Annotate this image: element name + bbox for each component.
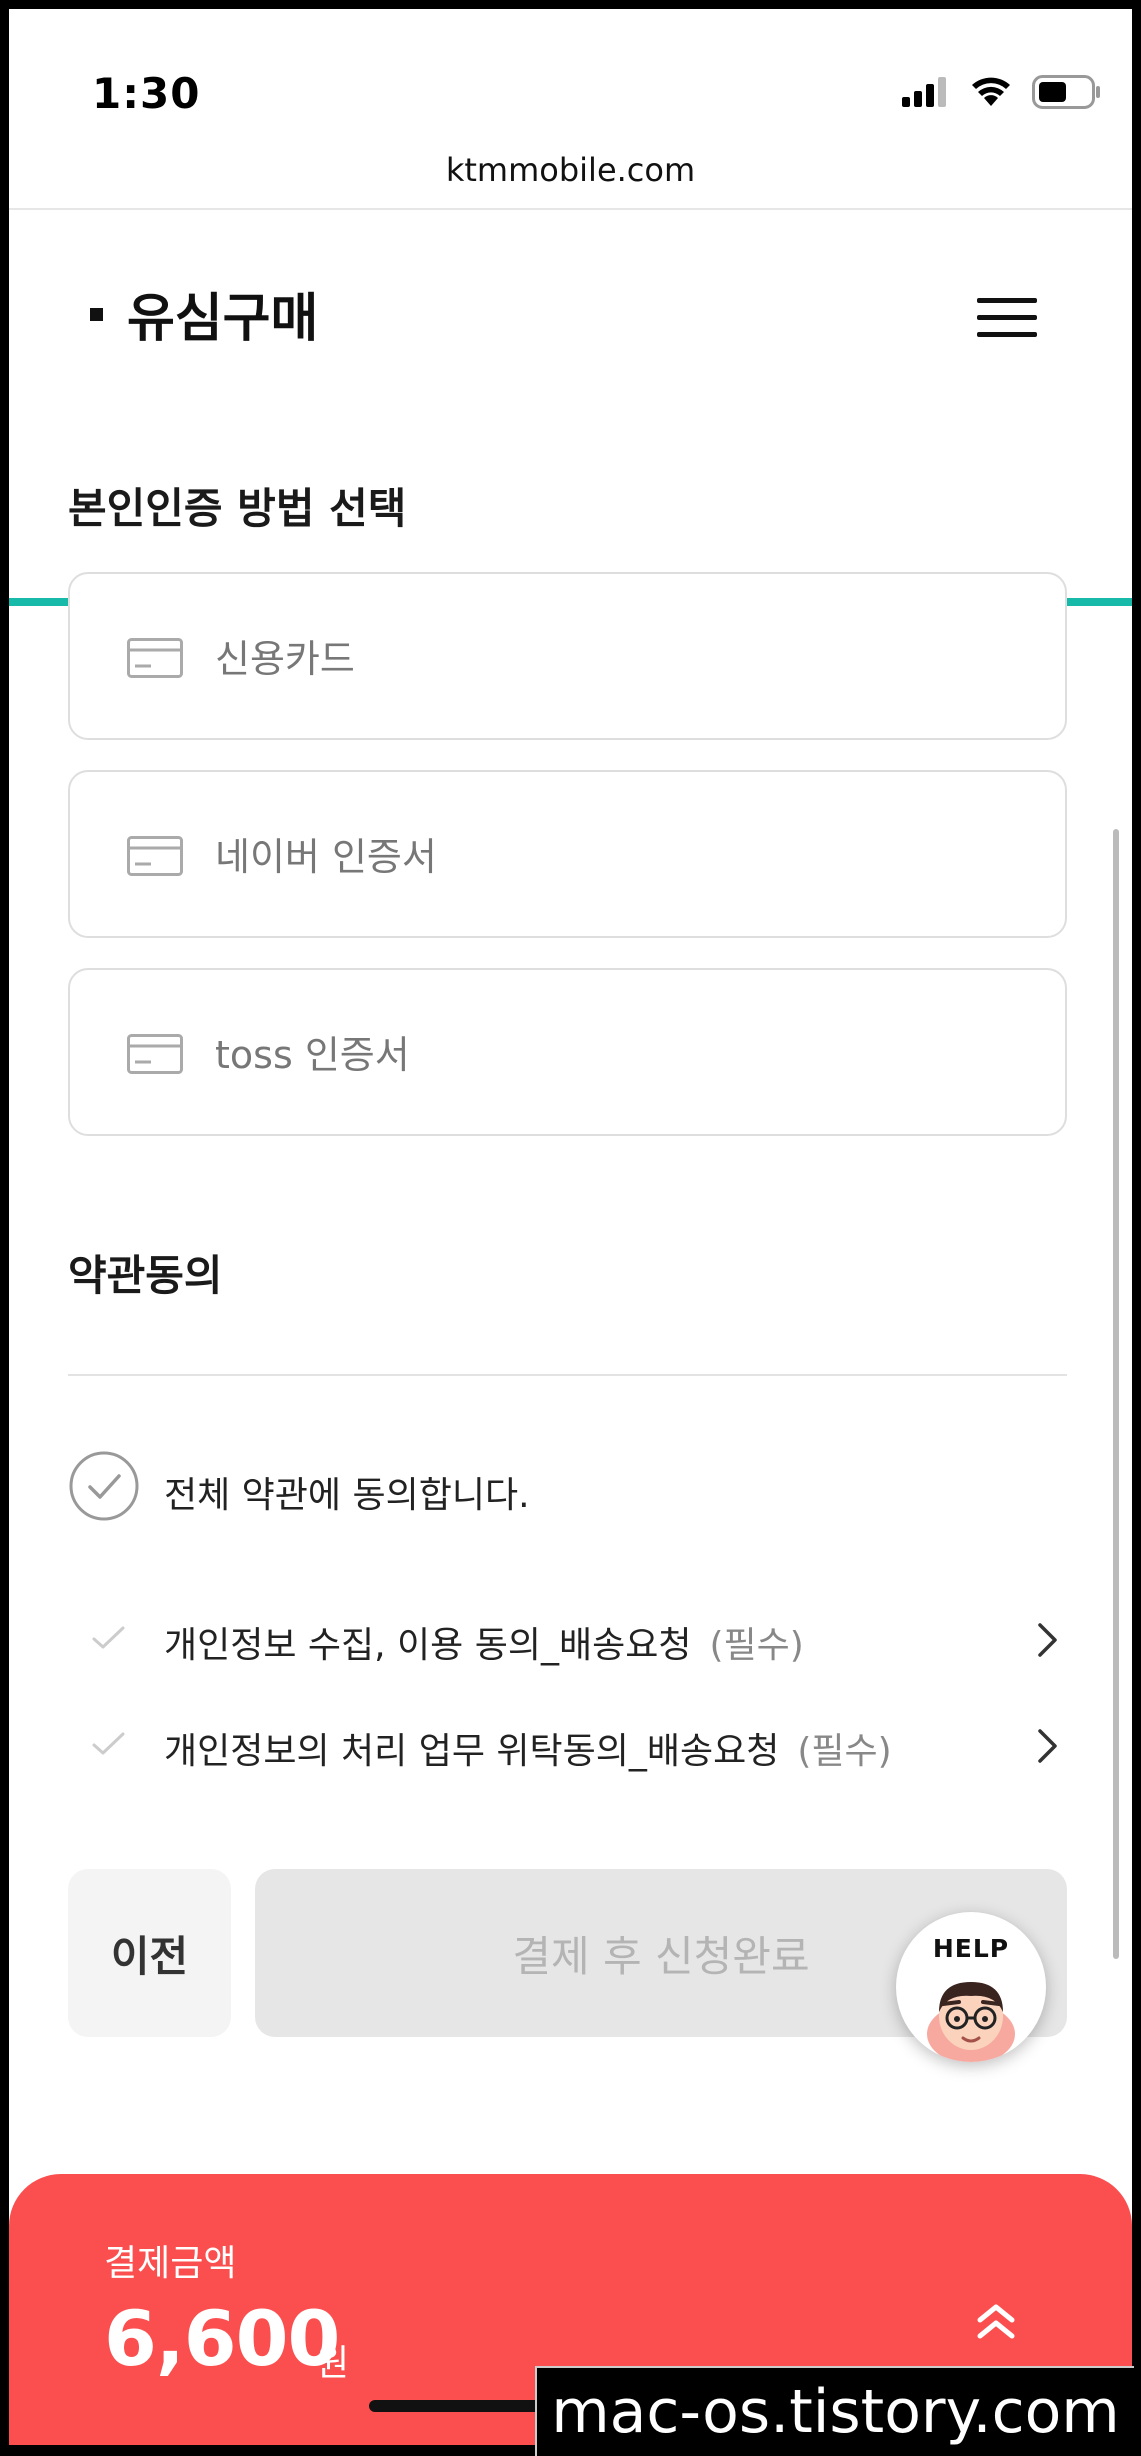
app-header: 유심구매 <box>9 210 1132 606</box>
auth-option-toss[interactable]: toss 인증서 <box>68 968 1067 1136</box>
card-icon <box>127 836 183 876</box>
terms-section-title: 약관동의 <box>68 1251 223 1300</box>
header-bullet <box>90 308 103 321</box>
term-item-privacy-outsourcing[interactable]: 개인정보의 처리 업무 위탁동의_배송요청 (필수) <box>68 1716 1067 1772</box>
auth-option-label: 네이버 인증서 <box>215 835 437 879</box>
signal-icon <box>902 77 946 107</box>
status-bar: 1:30 ktmmobile.com <box>9 9 1132 189</box>
status-time: 1:30 <box>92 69 201 118</box>
term-required-badge: (필수) <box>797 1731 892 1772</box>
circle-check-icon <box>69 1451 139 1521</box>
term-label: 개인정보의 처리 업무 위탁동의_배송요청 (필수) <box>164 1722 892 1774</box>
help-avatar-icon <box>927 1982 1015 2062</box>
terms-divider <box>68 1374 1067 1376</box>
watermark: mac-os.tistory.com <box>535 2366 1134 2456</box>
agree-all-label: 전체 약관에 동의합니다. <box>164 1475 530 1516</box>
payment-label: 결제금액 <box>104 2243 237 2284</box>
auth-section-title: 본인인증 방법 선택 <box>68 484 407 533</box>
term-required-badge: (필수) <box>709 1625 804 1666</box>
wifi-icon <box>972 77 1010 106</box>
check-icon <box>92 1626 125 1649</box>
prev-button[interactable]: 이전 <box>68 1869 231 2037</box>
help-label: HELP <box>932 1934 1010 1963</box>
payment-amount: 6,600 <box>104 2294 340 2383</box>
term-title: 개인정보 수집, 이용 동의_배송요청 <box>164 1625 692 1666</box>
auth-option-naver[interactable]: 네이버 인증서 <box>68 770 1067 938</box>
status-icons <box>902 75 1102 109</box>
expand-up-icon[interactable] <box>975 2302 1017 2342</box>
hamburger-menu-icon[interactable] <box>977 298 1037 338</box>
term-label: 개인정보 수집, 이용 동의_배송요청 (필수) <box>164 1616 804 1668</box>
card-icon <box>127 638 183 678</box>
term-item-privacy-collection[interactable]: 개인정보 수집, 이용 동의_배송요청 (필수) <box>68 1610 1067 1666</box>
card-icon <box>127 1034 183 1074</box>
scrollbar[interactable] <box>1113 829 1119 1959</box>
auth-option-credit-card[interactable]: 신용카드 <box>68 572 1067 740</box>
check-icon <box>92 1732 125 1755</box>
payment-unit: 원 <box>316 2343 350 2384</box>
browser-url[interactable]: ktmmobile.com <box>9 151 1132 189</box>
battery-icon <box>1032 75 1100 109</box>
auth-option-label: toss 인증서 <box>215 1033 410 1077</box>
phone-screen: 1:30 ktmmobile.com 유심구매 본인인증 방법 선택 신용카드 … <box>9 9 1132 2445</box>
chevron-right-icon[interactable] <box>1036 1622 1060 1658</box>
chevron-right-icon[interactable] <box>1036 1728 1060 1764</box>
page-title: 유심구매 <box>127 289 319 349</box>
term-title: 개인정보의 처리 업무 위탁동의_배송요청 <box>164 1731 780 1772</box>
auth-option-label: 신용카드 <box>215 637 355 681</box>
help-button[interactable]: HELP <box>896 1912 1046 2062</box>
